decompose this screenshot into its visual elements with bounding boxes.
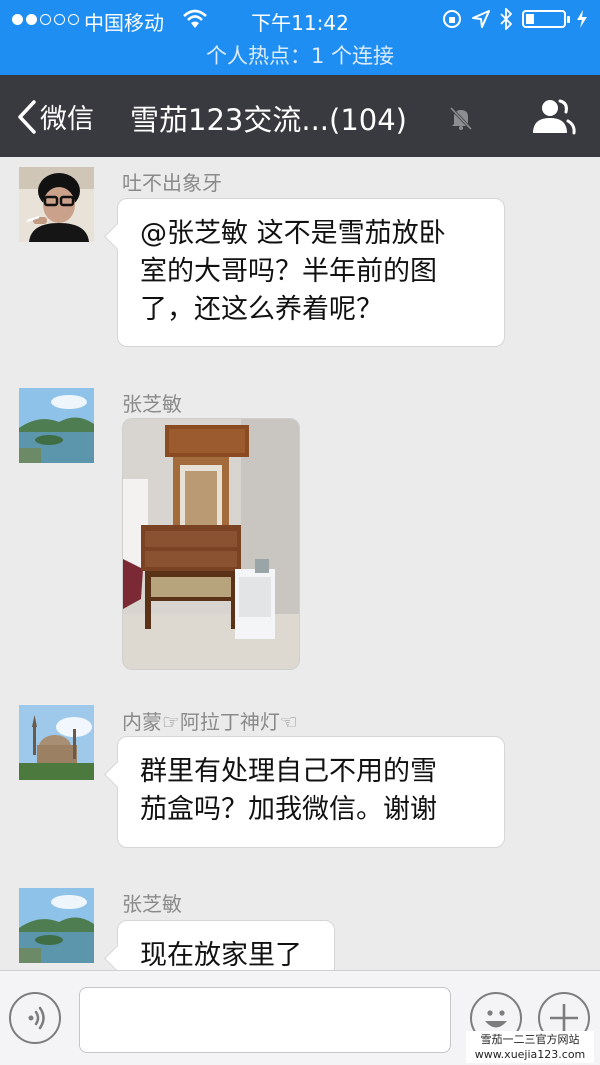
sender-name: 张芝敏 — [122, 892, 182, 916]
back-label: 微信 — [40, 104, 94, 135]
status-bar: 中国移动 下午11:42 个人热点：1 个连接 — [0, 0, 600, 75]
message-line: 室的大哥吗？半年前的图 — [140, 256, 437, 287]
hotspot-banner[interactable]: 个人热点：1 个连接 — [0, 40, 600, 70]
message-bubble[interactable]: @张芝敏 这不是雪茄放卧 室的大哥吗？半年前的图 了，还这么养着呢？ — [117, 198, 505, 347]
location-icon — [472, 10, 490, 28]
sender-name: 内蒙☞阿拉丁神灯☜ — [122, 710, 298, 734]
message-line: 群里有处理自己不用的雪 — [140, 756, 437, 787]
bluetooth-icon — [500, 8, 512, 30]
image-message[interactable] — [122, 418, 300, 670]
message-line: @张芝敏 这不是雪茄放卧 — [140, 218, 446, 249]
message-line: 茄盒吗？加我微信。谢谢 — [140, 794, 437, 825]
chat-title: 雪茄123交流...(104) — [130, 103, 407, 137]
group-info-icon[interactable] — [530, 97, 576, 137]
avatar[interactable] — [19, 388, 94, 463]
voice-button[interactable] — [9, 992, 61, 1044]
back-button[interactable]: 微信 — [16, 97, 94, 136]
message-line: 了，还这么养着呢？ — [140, 294, 383, 325]
sender-name: 张芝敏 — [122, 392, 182, 416]
humidor-photo — [123, 419, 299, 669]
watermark-title: 雪茄一二三官方网站 — [480, 1033, 580, 1046]
chevron-left-icon — [18, 99, 36, 134]
battery-icon — [522, 10, 570, 28]
charging-icon — [577, 10, 587, 28]
mute-bell-icon — [449, 106, 473, 131]
avatar[interactable] — [19, 888, 94, 963]
avatar[interactable] — [19, 705, 94, 780]
watermark-url: www.xuejia123.com — [474, 1048, 586, 1061]
sender-name: 吐不出象牙 — [122, 171, 222, 195]
message-input[interactable] — [79, 987, 451, 1053]
avatar[interactable] — [19, 167, 94, 242]
orientation-lock-icon — [443, 10, 461, 28]
voice-icon — [28, 1006, 45, 1030]
chat-header: 微信 雪茄123交流...(104) — [0, 75, 600, 157]
site-watermark: 雪茄一二三官方网站 www.xuejia123.com — [466, 1031, 594, 1063]
message-bubble[interactable]: 群里有处理自己不用的雪 茄盒吗？加我微信。谢谢 — [117, 736, 505, 848]
